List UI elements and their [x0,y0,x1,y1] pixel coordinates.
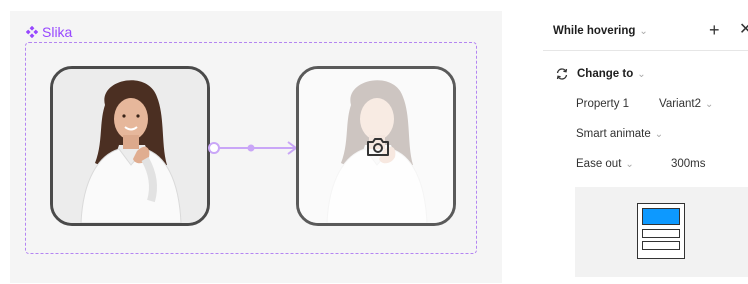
animation-dropdown[interactable]: Smart animate ⌄ [576,128,663,140]
easing-dropdown[interactable]: Ease out ⌄ [576,158,634,170]
chevron-down-icon: ⌄ [637,68,646,80]
trigger-label: While hovering [553,25,636,37]
easing-label: Ease out [576,158,622,170]
animation-label: Smart animate [576,128,651,140]
property-value: Variant2 [659,98,701,110]
action-dropdown[interactable]: Change to ⌄ [555,67,646,81]
close-icon[interactable]: ✕ [739,20,748,40]
swap-arrows-icon [556,68,568,80]
trigger-dropdown[interactable]: While hovering ⌄ [553,25,648,37]
duration-field[interactable]: 300ms [671,158,706,170]
property-value-dropdown[interactable]: Variant2 ⌄ [659,98,713,110]
variant-2-card[interactable] [296,66,456,226]
component-label[interactable]: Slika [26,25,72,39]
component-name: Slika [42,24,73,40]
chevron-down-icon: ⌄ [639,25,648,37]
duration-value: 300ms [671,158,706,170]
interaction-panel: While hovering ⌄ + ✕ Change to ⌄ Propert… [543,0,748,284]
animation-preview [575,187,748,277]
action-label: Change to [577,68,634,80]
prototype-connection-arrow[interactable] [204,139,304,157]
property-label: Property 1 [576,98,630,110]
plus-icon[interactable]: + [709,20,720,40]
chevron-down-icon: ⌄ [704,98,714,110]
variant-1-card[interactable] [50,66,210,226]
component-diamond-icon [26,26,38,38]
chevron-down-icon: ⌄ [625,158,634,170]
chevron-down-icon: ⌄ [654,128,664,140]
portrait-image [53,69,207,223]
camera-icon [367,138,389,156]
preview-frame [637,203,685,259]
preview-active-block [642,208,680,225]
preview-block [642,241,680,250]
preview-block [642,229,680,238]
panel-divider [543,50,748,51]
